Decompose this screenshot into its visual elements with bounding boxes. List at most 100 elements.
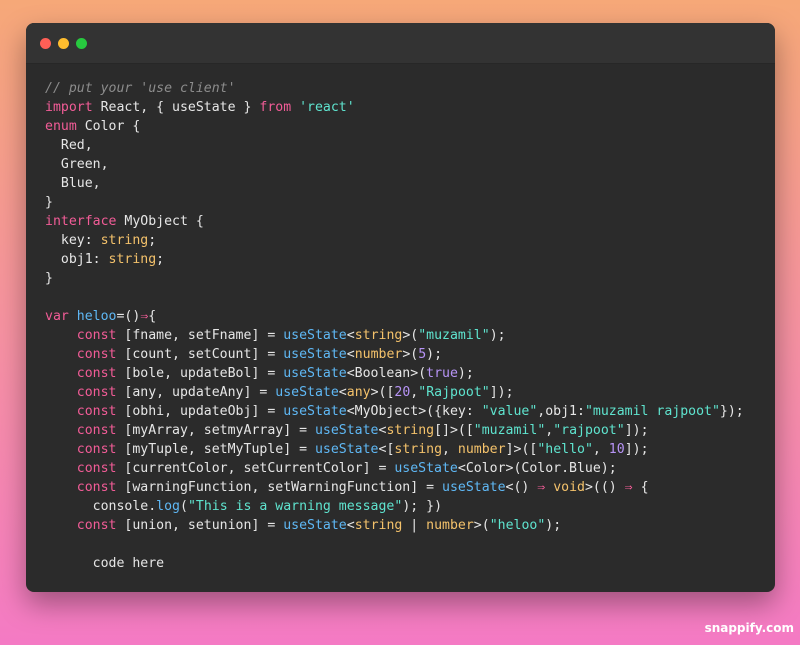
code-token-func: useState: [394, 461, 458, 476]
code-token-type: void: [553, 480, 585, 495]
code-line: const [bole, updateBol] = useState<Boole…: [45, 364, 765, 383]
code-line: const [any, updateAny] = useState<any>([…: [45, 383, 765, 402]
code-token-type: string: [394, 442, 443, 457]
code-token-plain: });: [719, 404, 744, 419]
code-token-plain: =(): [116, 309, 141, 324]
code-token-type: string: [386, 423, 435, 438]
code-token-plain: <: [338, 385, 347, 400]
code-token-func: log: [156, 499, 180, 514]
code-token-plain: React, { useState }: [92, 100, 260, 115]
code-token-number: 5: [418, 347, 427, 362]
code-token-string: "hello": [537, 442, 593, 457]
code-token-func: useState: [314, 442, 379, 457]
code-token-plain: ;: [156, 252, 165, 267]
code-line: interface MyObject {: [45, 212, 765, 231]
code-token-string: "muzamil": [418, 328, 490, 343]
maximize-dot-icon[interactable]: [76, 38, 87, 49]
code-line: const [fname, setFname] = useState<strin…: [45, 326, 765, 345]
code-token-keyword: import: [45, 100, 93, 115]
code-line: const [currentColor, setCurrentColor] = …: [45, 459, 765, 478]
code-token-type: number: [457, 442, 506, 457]
code-token-func: useState: [283, 328, 347, 343]
code-token-func: useState: [283, 518, 347, 533]
code-token-func: useState: [442, 480, 506, 495]
code-token-plain: ]);: [624, 423, 649, 438]
code-line: enum Color {: [45, 117, 765, 136]
code-token-plain: console.: [45, 499, 157, 514]
code-line: import React, { useState } from 'react': [45, 98, 765, 117]
code-line: }: [45, 269, 765, 288]
code-token-type: string: [100, 233, 149, 248]
code-token-plain: <[: [378, 442, 395, 457]
code-token-comment: // put your 'use client': [45, 81, 236, 96]
code-window: // put your 'use client' import React, { …: [26, 23, 775, 592]
code-token-plain: obj1:: [45, 252, 109, 267]
code-token-func: useState: [283, 347, 347, 362]
code-token-plain: [currentColor, setCurrentColor] =: [116, 461, 395, 476]
code-block: // put your 'use client' import React, { …: [45, 79, 765, 573]
code-token-plain: Green,: [45, 157, 109, 172]
code-token-keyword: interface: [45, 214, 117, 229]
code-token-plain: }: [45, 195, 53, 210]
code-line: const [myArray, setmyArray] = useState<s…: [45, 421, 765, 440]
watermark: snappify.com: [704, 621, 794, 635]
code-token-plain: );: [545, 518, 562, 533]
code-token-string: "rajpoot": [553, 423, 625, 438]
code-token-plain: );: [426, 347, 443, 362]
code-line: console.log("This is a warning message")…: [45, 497, 765, 516]
code-token-string: 'react': [299, 100, 355, 115]
code-token-keyword: enum: [45, 119, 77, 134]
code-token-keyword: const: [76, 480, 117, 495]
code-token-keyword: const: [76, 385, 117, 400]
code-token-keyword: const: [76, 366, 117, 381]
code-token-func: useState: [275, 385, 339, 400]
code-token-keyword: const: [76, 328, 117, 343]
code-token-type: number: [426, 518, 474, 533]
close-dot-icon[interactable]: [40, 38, 51, 49]
code-token-plain: [warningFunction, setWarningFunction] =: [116, 480, 442, 495]
code-token-type: string: [108, 252, 157, 267]
code-token-keyword: const: [76, 347, 117, 362]
code-token-plain: );: [457, 366, 474, 381]
code-token-plain: ,: [592, 442, 609, 457]
code-token-plain: );: [489, 328, 506, 343]
code-token-string: "Rajpoot": [418, 385, 490, 400]
code-token-keyword: from: [259, 100, 292, 115]
code-token-plain: (: [179, 499, 188, 514]
code-token-plain: [fname, setFname] =: [116, 328, 284, 343]
minimize-dot-icon[interactable]: [58, 38, 69, 49]
code-token-type: string: [354, 518, 403, 533]
code-token-string: "This is a warning message": [187, 499, 403, 514]
code-token-plain: <MyObject>({key:: [346, 404, 482, 419]
code-line: // put your 'use client': [45, 79, 765, 98]
code-line: const [obhi, updateObj] = useState<MyObj…: [45, 402, 765, 421]
code-token-keyword: const: [76, 461, 117, 476]
code-token-plain: Red,: [45, 138, 93, 153]
code-token-plain: <Color>(Color.Blue);: [457, 461, 617, 476]
code-token-const: true: [426, 366, 458, 381]
code-token-plain: <: [346, 328, 355, 343]
code-token-func: useState: [283, 366, 347, 381]
code-token-plain: MyObject {: [116, 214, 204, 229]
code-token-plain: ,obj1:: [537, 404, 585, 419]
code-token-plain: ]>([: [505, 442, 538, 457]
code-token-plain: [bole, updateBol] =: [116, 366, 284, 381]
code-token-plain: <(): [505, 480, 538, 495]
code-token-plain: >(: [473, 518, 490, 533]
code-token-plain: >((): [584, 480, 625, 495]
code-token-type: number: [354, 347, 403, 362]
code-token-string: "muzamil rajpoot": [584, 404, 720, 419]
code-token-func: useState: [314, 423, 379, 438]
code-token-plain: >([: [370, 385, 395, 400]
code-token-plain: ;: [148, 233, 157, 248]
code-token-plain: ,: [442, 442, 458, 457]
code-token-plain: [obhi, updateObj] =: [116, 404, 284, 419]
